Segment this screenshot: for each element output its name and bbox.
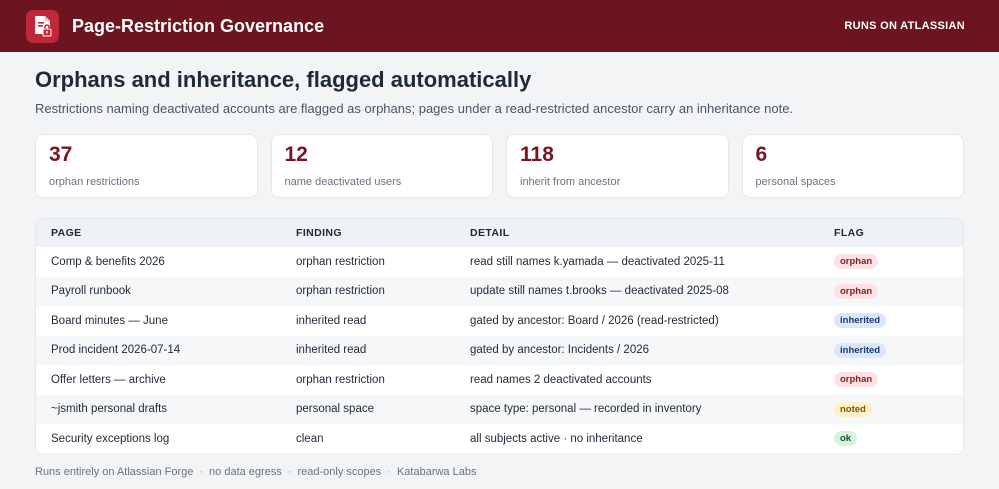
cell-page: ~jsmith personal drafts	[51, 403, 168, 416]
cell-finding: orphan restriction	[296, 373, 385, 386]
cell-flag: inherited	[819, 306, 963, 336]
footer-item-egress: no data egress	[209, 465, 282, 478]
column-header-detail[interactable]: DETAIL	[455, 219, 819, 247]
table-row[interactable]: Board minutes — June inherited read gate…	[36, 306, 963, 336]
cell-detail: read still names k.yamada — deactivated …	[470, 255, 725, 268]
stat-value: 12	[284, 143, 308, 166]
table-row[interactable]: Payroll runbook orphan restriction updat…	[36, 276, 963, 307]
stat-card-orphan-restrictions: 37 orphan restrictions	[35, 134, 258, 198]
footer-item-vendor: Katabarwa Labs	[396, 465, 477, 478]
flag-badge: orphan	[834, 372, 879, 388]
main-content: Orphans and inheritance, flagged automat…	[0, 52, 999, 478]
cell-detail: update still names t.brooks — deactivate…	[470, 285, 729, 298]
stat-label: orphan restrictions	[49, 176, 140, 188]
table-row[interactable]: Comp & benefits 2026 orphan restriction …	[36, 247, 963, 277]
table-row[interactable]: ~jsmith personal drafts personal space s…	[36, 394, 963, 425]
table-row[interactable]: Security exceptions log clean all subjec…	[36, 424, 963, 454]
cell-detail: space type: personal — recorded in inven…	[470, 403, 702, 416]
stat-value: 37	[49, 143, 73, 166]
page-title: Orphans and inheritance, flagged automat…	[35, 67, 532, 92]
top-bar: Page-Restriction Governance RUNS ON ATLA…	[0, 0, 999, 52]
stats-row: 37 orphan restrictions 12 name deactivat…	[35, 134, 964, 198]
flag-badge: noted	[834, 401, 872, 417]
flag-badge: inherited	[834, 313, 887, 329]
flag-badge: ok	[834, 431, 858, 447]
cell-detail: read names 2 deactivated accounts	[470, 373, 652, 386]
cell-finding: inherited read	[296, 314, 367, 327]
stat-label: personal spaces	[755, 176, 836, 188]
findings-table: PAGE FINDING DETAIL FLAG Comp & benefits…	[35, 218, 964, 455]
column-header-page[interactable]: PAGE	[36, 219, 281, 247]
stat-label: name deactivated users	[284, 176, 402, 188]
cell-flag: orphan	[819, 365, 963, 395]
cell-detail: gated by ancestor: Board / 2026 (read-re…	[470, 314, 719, 327]
document-lock-icon	[26, 9, 59, 43]
table-row[interactable]: Prod incident 2026-07-14 inherited read …	[36, 335, 963, 366]
cell-detail: all subjects active · no inheritance	[470, 432, 643, 445]
app-title: Page-Restriction Governance	[72, 15, 325, 36]
cell-flag: orphan	[819, 247, 963, 277]
stat-value: 118	[520, 143, 554, 166]
page-subtitle: Restrictions naming deactivated accounts…	[35, 101, 794, 116]
cell-flag: ok	[819, 424, 963, 454]
cell-page: Security exceptions log	[51, 432, 170, 445]
cell-flag: inherited	[819, 336, 963, 366]
cell-finding: orphan restriction	[296, 255, 385, 268]
footer-separator: ·	[287, 465, 292, 478]
flag-badge: orphan	[834, 254, 879, 270]
stat-card-inherit-from-ancestor: 118 inherit from ancestor	[506, 134, 729, 198]
footer-item-platform: Runs entirely on Atlassian Forge	[35, 465, 194, 478]
cell-finding: orphan restriction	[296, 285, 385, 298]
column-header-flag[interactable]: FLAG	[819, 219, 963, 247]
footer-separator: ·	[199, 465, 204, 478]
cell-detail: gated by ancestor: Incidents / 2026	[470, 344, 650, 357]
runs-on-label: RUNS ON ATLASSIAN	[844, 20, 965, 32]
stat-card-personal-spaces: 6 personal spaces	[741, 134, 964, 198]
stat-label: inherit from ancestor	[520, 176, 621, 188]
footer: Runs entirely on Atlassian Forge · no data…	[35, 466, 964, 478]
cell-page: Board minutes — June	[51, 314, 168, 327]
footer-item-scopes: read-only scopes	[297, 465, 382, 478]
cell-flag: noted	[819, 395, 963, 425]
cell-finding: clean	[296, 432, 324, 445]
footer-separator: ·	[387, 465, 391, 478]
cell-page: Prod incident 2026-07-14	[51, 344, 181, 357]
stat-value: 6	[755, 143, 768, 166]
cell-page: Offer letters — archive	[51, 373, 166, 386]
stat-card-deactivated-users: 12 name deactivated users	[270, 134, 493, 198]
cell-flag: orphan	[819, 277, 963, 307]
flag-badge: orphan	[834, 283, 879, 299]
cell-page: Payroll runbook	[51, 285, 131, 298]
cell-finding: inherited read	[296, 344, 367, 357]
column-header-finding[interactable]: FINDING	[281, 219, 455, 247]
cell-finding: personal space	[296, 403, 374, 416]
flag-badge: inherited	[834, 342, 887, 358]
cell-page: Comp & benefits 2026	[51, 255, 165, 268]
table-row[interactable]: Offer letters — archive orphan restricti…	[36, 365, 963, 395]
table-header-row: PAGE FINDING DETAIL FLAG	[36, 219, 963, 247]
